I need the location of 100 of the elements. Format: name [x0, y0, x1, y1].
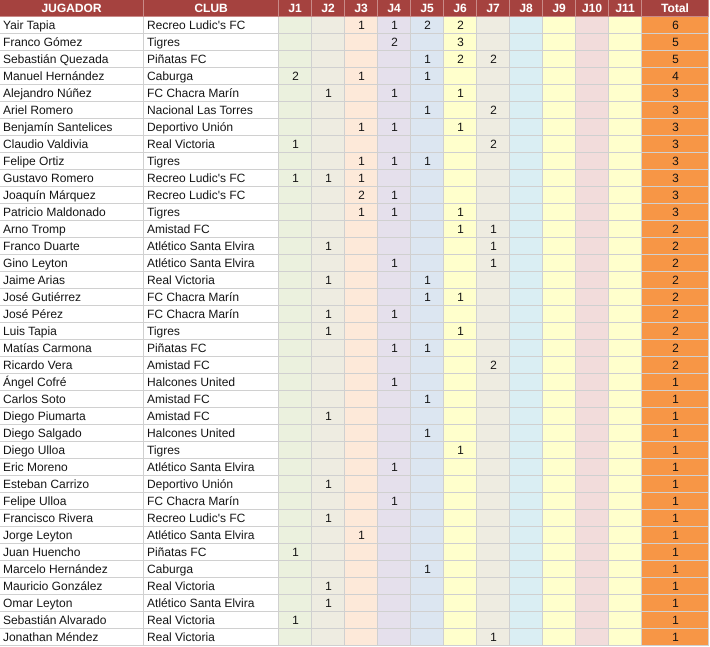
- table-cell: Carlos Soto: [0, 391, 144, 408]
- table-cell-text: 3: [671, 153, 680, 170]
- table-cell: Arno Tromp: [0, 221, 144, 238]
- table-cell-text: 1: [324, 306, 333, 323]
- table-cell-text: 1: [456, 204, 465, 221]
- table-cell-text: 2: [671, 306, 680, 323]
- table-cell-text: 2: [489, 136, 498, 153]
- table-cell-text: 4: [671, 68, 680, 85]
- table-cell-text: 1: [324, 238, 333, 255]
- table-cell-text: 1: [671, 442, 680, 459]
- table-cell-text: 1: [291, 136, 300, 153]
- table-cell-text: 3: [671, 136, 680, 153]
- table-cell: Sebastián Quezada: [0, 51, 144, 68]
- table-cell-text: 5: [671, 51, 680, 68]
- table-cell: Benjamín Santelices: [0, 119, 144, 136]
- table-cell-text: 2: [357, 187, 366, 204]
- table-cell: Atlético Santa Elvira: [144, 595, 279, 612]
- table-cell-text: 1: [423, 272, 432, 289]
- table-cell: Real Victoria: [144, 136, 279, 153]
- table-cell-text: 1: [423, 102, 432, 119]
- table-cell: Francisco Rivera: [0, 510, 144, 527]
- table-cell-text: 1: [324, 170, 333, 187]
- table-cell-text: 1: [324, 272, 333, 289]
- table-cell: Piñatas FC: [144, 340, 279, 357]
- table-cell: Omar Leyton: [0, 595, 144, 612]
- table-cell: Claudio Valdivia: [0, 136, 144, 153]
- table-cell-text: 1: [324, 408, 333, 425]
- table-cell-text: 3: [456, 34, 465, 51]
- table-cell: Ariel Romero: [0, 102, 144, 119]
- table-cell-text: 6: [671, 17, 680, 34]
- table-cell: Tigres: [144, 323, 279, 340]
- table-cell-text: 3: [671, 119, 680, 136]
- table-cell: Amistad FC: [144, 391, 279, 408]
- table-cell: Esteban Carrizo: [0, 476, 144, 493]
- table-cell-text: 1: [324, 85, 333, 102]
- table-cell-text: 1: [390, 459, 399, 476]
- table-cell: Atlético Santa Elvira: [144, 459, 279, 476]
- table-cell-text: 1: [357, 527, 366, 544]
- table-cell-text: 1: [324, 595, 333, 612]
- column-header: J7: [477, 0, 510, 17]
- table-cell-text: 1: [423, 68, 432, 85]
- table-cell-text: 1: [671, 578, 680, 595]
- column-header: J8: [510, 0, 543, 17]
- table-cell: Tigres: [144, 204, 279, 221]
- table-cell-text: 2: [489, 357, 498, 374]
- table-cell: Juan Huencho: [0, 544, 144, 561]
- table-cell: Felipe Ulloa: [0, 493, 144, 510]
- table-cell-text: 1: [456, 323, 465, 340]
- table-cell: FC Chacra Marín: [144, 306, 279, 323]
- table-cell: Jonathan Méndez: [0, 629, 144, 646]
- table-cell-text: 1: [357, 17, 366, 34]
- table-cell-text: 2: [671, 323, 680, 340]
- table-cell-text: 1: [489, 238, 498, 255]
- table-cell: Gino Leyton: [0, 255, 144, 272]
- table-cell-text: 1: [390, 119, 399, 136]
- table-cell-text: 1: [671, 493, 680, 510]
- table-cell-text: 1: [324, 578, 333, 595]
- table-cell-text: 2: [671, 357, 680, 374]
- table-cell-text: 3: [671, 85, 680, 102]
- table-cell-text: 1: [671, 561, 680, 578]
- table-cell: FC Chacra Marín: [144, 493, 279, 510]
- table-cell: FC Chacra Marín: [144, 85, 279, 102]
- column-header: J3: [345, 0, 378, 17]
- table-cell-text: 2: [456, 17, 465, 34]
- table-cell: Joaquín Márquez: [0, 187, 144, 204]
- table-cell-text: 3: [671, 170, 680, 187]
- table-cell-text: 1: [671, 527, 680, 544]
- table-cell-text: 1: [671, 425, 680, 442]
- column-header: J1: [279, 0, 312, 17]
- table-cell-text: 1: [456, 289, 465, 306]
- column-header: CLUB: [144, 0, 279, 17]
- table-cell-text: 2: [671, 340, 680, 357]
- table-cell-text: 1: [671, 391, 680, 408]
- table-cell: Diego Salgado: [0, 425, 144, 442]
- table-cell-text: 1: [671, 612, 680, 629]
- table-cell: Marcelo Hernández: [0, 561, 144, 578]
- table-cell-text: 1: [423, 561, 432, 578]
- table-cell-text: 1: [671, 544, 680, 561]
- table-cell-text: 2: [456, 51, 465, 68]
- table-cell: Recreo Ludic's FC: [144, 187, 279, 204]
- table-cell: Atlético Santa Elvira: [144, 527, 279, 544]
- table-cell: Franco Duarte: [0, 238, 144, 255]
- table-cell: Recreo Ludic's FC: [144, 17, 279, 34]
- table-cell-text: 1: [671, 374, 680, 391]
- table-cell-text: 1: [423, 425, 432, 442]
- table-cell: FC Chacra Marín: [144, 289, 279, 306]
- table-cell-text: 1: [357, 68, 366, 85]
- table-cell: Felipe Ortiz: [0, 153, 144, 170]
- table-cell-text: 2: [671, 272, 680, 289]
- table-cell-text: 1: [390, 204, 399, 221]
- column-header: J9: [543, 0, 576, 17]
- table-cell-text: 2: [671, 238, 680, 255]
- column-header: JUGADOR: [0, 0, 144, 17]
- table-cell-text: 2: [671, 255, 680, 272]
- column-header: J10: [576, 0, 609, 17]
- table-cell-text: 1: [390, 340, 399, 357]
- table-cell: Gustavo Romero: [0, 170, 144, 187]
- table-cell-text: 2: [423, 17, 432, 34]
- table-cell: Manuel Hernández: [0, 68, 144, 85]
- table-cell-text: 3: [671, 102, 680, 119]
